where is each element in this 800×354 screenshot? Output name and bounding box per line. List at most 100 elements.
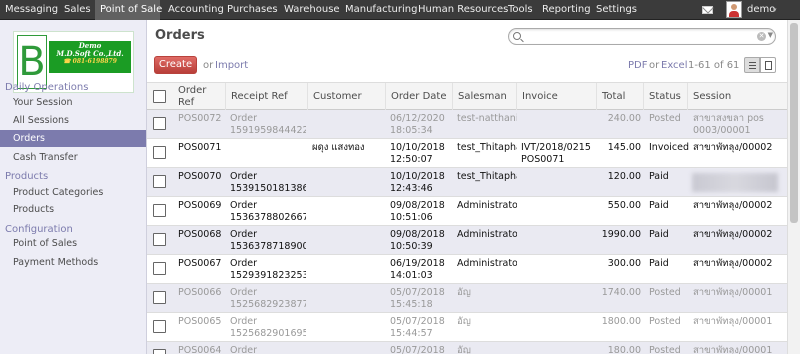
- cell-session: สาขาสงขลา pos 0003/00001: [693, 113, 785, 137]
- menu-human-resources[interactable]: Human Resources: [413, 0, 508, 20]
- sidebar-item-your-session[interactable]: Your Session: [0, 94, 146, 111]
- table-row[interactable]: POS0068 Order 1536378718900 09/08/2018 10:50…: [147, 226, 787, 255]
- menu-settings[interactable]: Settings: [591, 0, 637, 20]
- vertical-scrollbar[interactable]: [787, 20, 800, 354]
- row-checkbox[interactable]: [153, 175, 166, 188]
- cell-line: สาขาสงขลา pos: [693, 113, 764, 124]
- sidebar-item-orders[interactable]: Orders: [0, 130, 146, 147]
- cell-status: Posted: [649, 316, 681, 327]
- search-input[interactable]: [525, 30, 745, 43]
- select-all-checkbox[interactable]: [153, 90, 166, 103]
- table-row[interactable]: POS0072 Order 1591959844422 06/12/2020 18:05…: [147, 110, 787, 139]
- cell-session: สาขาพัทลุง/00002: [693, 200, 785, 212]
- sidebar-item-all-sessions[interactable]: All Sessions: [0, 112, 146, 129]
- export-pdf-link[interactable]: PDF: [628, 60, 647, 71]
- sidebar-item-products[interactable]: Products: [0, 201, 146, 218]
- menu-accounting[interactable]: Accounting: [163, 0, 224, 20]
- cell-salesman: Administrator: [457, 229, 517, 240]
- column-header-order-ref[interactable]: Order Ref: [173, 83, 218, 111]
- cell-order-ref: POS0065: [178, 316, 222, 327]
- menu-messaging[interactable]: Messaging: [0, 0, 58, 20]
- column-header-session[interactable]: Session: [687, 83, 787, 111]
- cell-line: 15:44:57: [390, 328, 433, 339]
- table-row[interactable]: POS0071 ผดุง แสงทอง 10/10/2018 12:50:07 test…: [147, 139, 787, 168]
- list-view-icon[interactable]: [744, 57, 760, 73]
- menu-reporting[interactable]: Reporting: [537, 0, 591, 20]
- search-bar[interactable]: ✕ ▼: [508, 28, 776, 45]
- table-row[interactable]: POS0064 Order 05/07/2018 อัญ 180.00 Posted สาข…: [147, 342, 787, 354]
- cell-line: สาขาพัทลุง/00001: [693, 287, 773, 298]
- cell-status: Paid: [649, 229, 669, 240]
- column-header-salesman[interactable]: Salesman: [452, 83, 516, 111]
- menu-point-of-sale[interactable]: Point of Sale: [95, 0, 162, 20]
- row-checkbox[interactable]: [153, 262, 166, 275]
- column-header-customer[interactable]: Customer: [307, 83, 385, 111]
- sidebar-item-cash-transfer[interactable]: Cash Transfer: [0, 149, 146, 166]
- column-header-receipt-ref[interactable]: Receipt Ref: [225, 83, 307, 111]
- cell-receipt-ref: Order 1591959844422: [230, 113, 306, 137]
- cell-receipt-ref: Order: [230, 345, 306, 354]
- cell-line: 10/10/2018: [390, 171, 445, 182]
- row-checkbox[interactable]: [153, 204, 166, 217]
- export-excel-link[interactable]: Excel: [661, 60, 688, 71]
- menu-tools[interactable]: Tools: [503, 0, 534, 20]
- menu-warehouse[interactable]: Warehouse: [279, 0, 340, 20]
- cell-session: สาขาพัทลุง/00001: [693, 345, 785, 354]
- cell-line: 1529391823253: [230, 270, 306, 281]
- cell-line: 09/08/2018: [390, 200, 445, 211]
- search-options-caret-icon[interactable]: ▼: [768, 31, 773, 39]
- cell-line: 10:50:39: [390, 241, 433, 252]
- cell-order-ref: POS0072: [178, 113, 222, 124]
- sidebar-item-payment-methods[interactable]: Payment Methods: [0, 254, 146, 271]
- cell-line: Order: [230, 229, 257, 240]
- table-row[interactable]: POS0067 Order 1529391823253 06/19/2018 14:01…: [147, 255, 787, 284]
- table-row[interactable]: POS0065 Order 1525682901695 05/07/2018 15:44…: [147, 313, 787, 342]
- column-header-invoice[interactable]: Invoice: [516, 83, 596, 111]
- menu-purchases[interactable]: Purchases: [222, 0, 278, 20]
- chevron-down-icon[interactable]: ▾: [773, 0, 777, 20]
- cell-line: สาขาพัทลุง/00002: [693, 229, 773, 240]
- cell-status: Posted: [649, 345, 681, 354]
- column-header-status[interactable]: Status: [643, 83, 687, 111]
- user-menu-name[interactable]: demo: [747, 0, 775, 20]
- row-checkbox[interactable]: [153, 291, 166, 304]
- table-row[interactable]: POS0070 Order 1539150181386 10/10/2018 12:43…: [147, 168, 787, 197]
- scrollbar-thumb[interactable]: [790, 23, 798, 223]
- search-icon: [513, 32, 521, 40]
- menu-sales[interactable]: Sales: [59, 0, 92, 20]
- create-button[interactable]: Create: [154, 56, 197, 74]
- cell-line: Order: [230, 287, 257, 298]
- import-link[interactable]: Import: [215, 60, 248, 71]
- cell-line: 1536378802667: [230, 212, 306, 223]
- row-checkbox[interactable]: [153, 320, 166, 333]
- column-header-order-date[interactable]: Order Date: [385, 83, 452, 111]
- sidebar-section-title: Configuration: [5, 224, 73, 235]
- cell-line: 1536378718900: [230, 241, 306, 252]
- table-row[interactable]: POS0066 Order 1525682923877 05/07/2018 15:45…: [147, 284, 787, 313]
- cell-order-ref: POS0068: [178, 229, 222, 240]
- cell-total: 120.00: [607, 171, 641, 182]
- mail-icon[interactable]: [702, 6, 713, 14]
- cell-order-date: 06/12/2020 18:05:34: [390, 113, 452, 137]
- cell-line: 1539150181386: [230, 183, 306, 194]
- row-checkbox[interactable]: [153, 117, 166, 130]
- sidebar-item-point-of-sales[interactable]: Point of Sales: [0, 235, 146, 252]
- menu-manufacturing[interactable]: Manufacturing: [340, 0, 417, 20]
- column-header-total[interactable]: Total: [596, 83, 643, 111]
- cell-line: 14:01:03: [390, 270, 433, 281]
- cell-order-date: 05/07/2018 15:45:18: [390, 287, 452, 311]
- sidebar-item-product-categories[interactable]: Product Categories: [0, 184, 146, 201]
- row-checkbox[interactable]: [153, 146, 166, 159]
- row-checkbox[interactable]: [153, 349, 166, 354]
- cell-line: สาขาพัทลุง/00002: [693, 200, 773, 211]
- row-checkbox[interactable]: [153, 233, 166, 246]
- form-view-icon[interactable]: [760, 57, 776, 73]
- cell-line: สาขาพัทลุง/00002: [693, 142, 773, 153]
- or-text-export: or: [649, 60, 660, 71]
- cell-line: Order: [230, 345, 257, 354]
- clear-search-icon[interactable]: ✕: [757, 32, 766, 41]
- cell-order-date: 06/19/2018 14:01:03: [390, 258, 452, 282]
- table-row[interactable]: POS0069 Order 1536378802667 09/08/2018 10:51…: [147, 197, 787, 226]
- cell-status: Paid: [649, 171, 669, 182]
- avatar[interactable]: [726, 1, 742, 18]
